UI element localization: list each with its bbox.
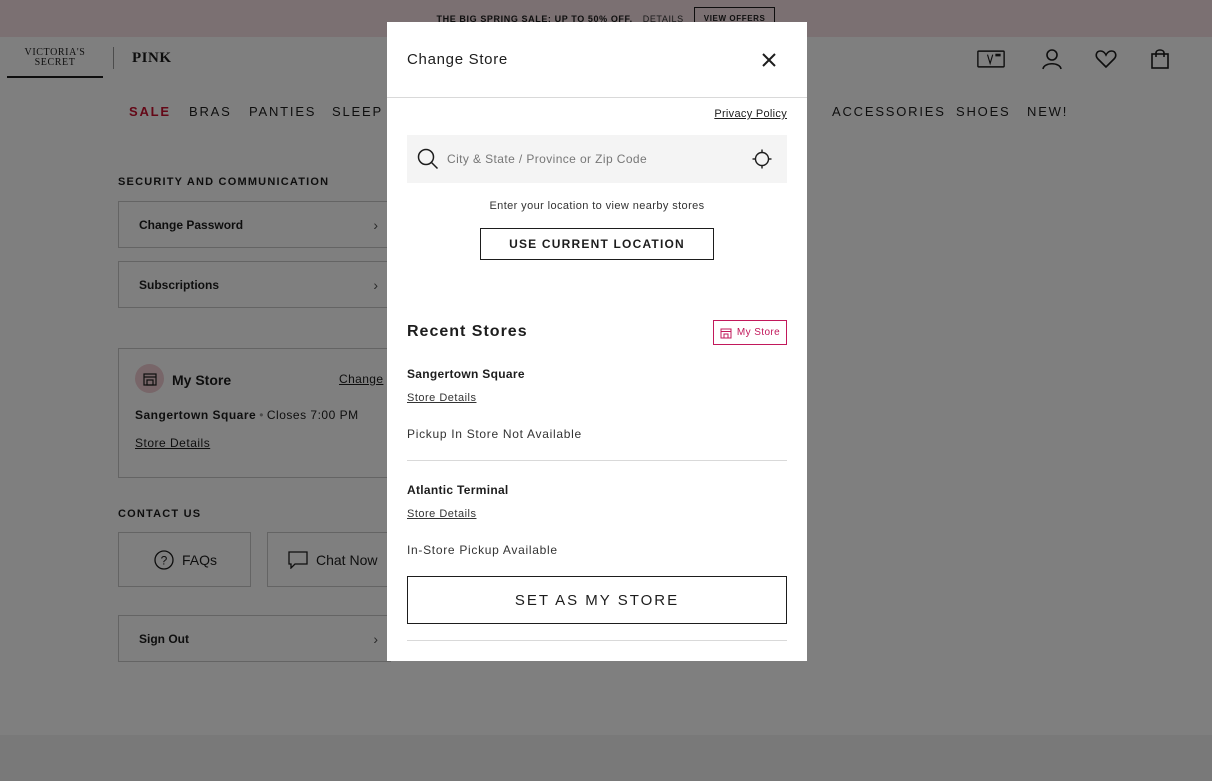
pickup-status: In-Store Pickup Available [407, 543, 558, 557]
store-details-link[interactable]: Store Details [407, 508, 476, 520]
privacy-policy-link[interactable]: Privacy Policy [714, 108, 787, 120]
close-icon [762, 53, 776, 67]
store-icon [720, 328, 732, 338]
store-search-input[interactable] [447, 135, 747, 183]
store-divider [407, 640, 787, 641]
store-name[interactable]: Sangertown Square [407, 367, 525, 381]
my-store-badge-label: My Store [736, 327, 781, 338]
use-current-location-button[interactable]: USE CURRENT LOCATION [480, 228, 714, 260]
recent-stores-title: Recent Stores [407, 323, 528, 340]
my-store-badge: My Store [713, 320, 787, 345]
store-name[interactable]: Atlantic Terminal [407, 483, 509, 497]
modal-header: Change Store [387, 22, 807, 98]
store-search-box [407, 135, 787, 183]
search-icon [417, 148, 439, 170]
location-hint: Enter your location to view nearby store… [489, 200, 705, 212]
change-store-modal: Change Store Privacy Policy Enter your l… [387, 22, 807, 661]
crosshair-location-icon[interactable] [752, 149, 772, 169]
set-as-my-store-button[interactable]: SET AS MY STORE [407, 576, 787, 624]
store-details-link[interactable]: Store Details [407, 392, 476, 404]
modal-title: Change Store [407, 51, 508, 68]
close-button[interactable] [758, 49, 780, 71]
pickup-status: Pickup In Store Not Available [407, 427, 582, 441]
store-divider [407, 460, 787, 461]
